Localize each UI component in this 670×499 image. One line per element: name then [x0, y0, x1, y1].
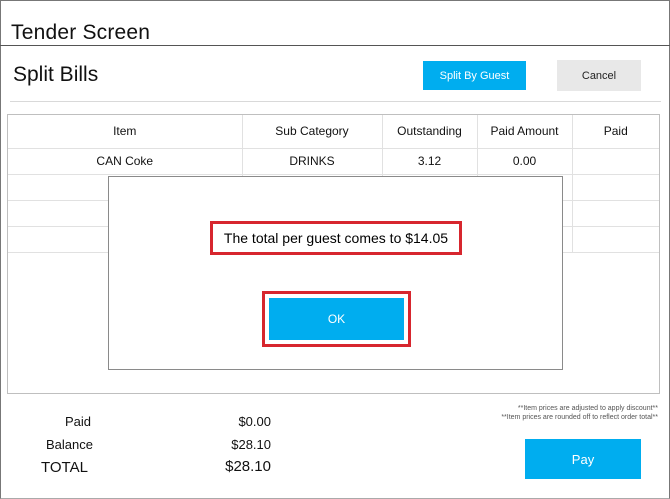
window-title: Tender Screen	[11, 21, 151, 44]
column-header-sub-category: Sub Category	[241, 115, 383, 149]
pay-button[interactable]: Pay	[525, 439, 641, 479]
header-divider	[10, 101, 661, 102]
cell-paid[interactable]	[571, 225, 659, 253]
paid-label: Paid	[65, 414, 92, 429]
ok-button-highlight: OK	[262, 291, 411, 347]
cell-paid[interactable]	[571, 147, 659, 175]
column-header-paid: Paid	[571, 115, 659, 149]
dialog-message: The total per guest comes to $14.05	[223, 230, 449, 246]
cell-sub-category: DRINKS	[241, 147, 383, 175]
cell-outstanding: 3.12	[381, 147, 478, 175]
table-row[interactable]: CAN Coke DRINKS 3.12 0.00	[8, 147, 659, 175]
balance-value: $28.10	[231, 437, 271, 452]
ok-button[interactable]: OK	[269, 298, 404, 340]
column-header-paid-amount: Paid Amount	[476, 115, 573, 149]
message-highlight: The total per guest comes to $14.05	[210, 221, 462, 255]
cell-paid[interactable]	[571, 173, 659, 201]
cell-item: CAN Coke	[8, 147, 243, 175]
split-by-guest-button[interactable]: Split By Guest	[423, 61, 526, 90]
discount-note: **Item prices are adjusted to apply disc…	[517, 405, 658, 412]
column-header-item: Item	[8, 115, 243, 149]
paid-value: $0.00	[238, 414, 271, 429]
cell-paid-amount: 0.00	[476, 147, 573, 175]
cell-paid[interactable]	[571, 199, 659, 227]
total-value: $28.10	[225, 458, 271, 475]
cancel-button[interactable]: Cancel	[557, 60, 641, 91]
page-title: Split Bills	[13, 63, 99, 86]
column-header-outstanding: Outstanding	[381, 115, 478, 149]
table-header-row: Item Sub Category Outstanding Paid Amoun…	[8, 115, 659, 149]
total-label: TOTAL	[41, 459, 88, 476]
title-bar: Tender Screen	[0, 0, 670, 46]
balance-label: Balance	[46, 437, 93, 452]
title-divider	[0, 45, 670, 46]
rounding-note: **Item prices are rounded off to reflect…	[501, 414, 658, 421]
split-result-dialog: The total per guest comes to $14.05 OK	[108, 176, 563, 370]
